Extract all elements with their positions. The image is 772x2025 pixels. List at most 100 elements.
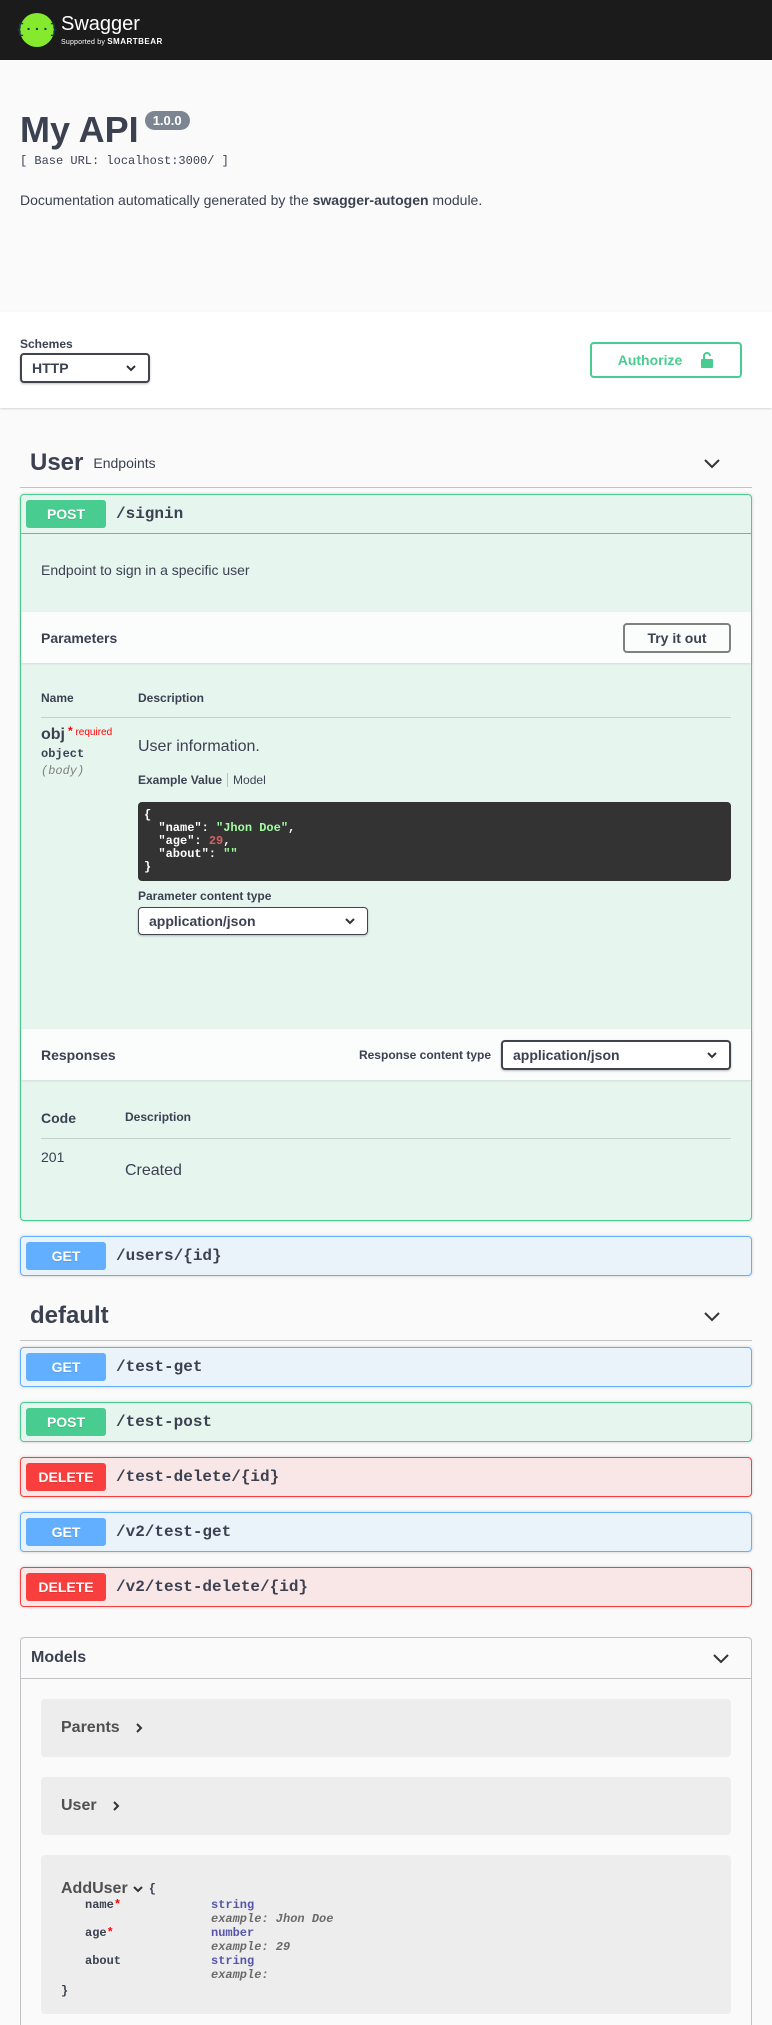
model-user[interactable]: User (41, 1777, 731, 1835)
tab-model[interactable]: Model (233, 773, 266, 787)
parameter-row: obj * required object (body) User informa… (41, 718, 731, 935)
opblock-summary[interactable]: GET /test-get (21, 1348, 751, 1386)
opblock-summary[interactable]: POST /signin (21, 495, 751, 533)
swagger-logo-icon[interactable]: {···} (16, 13, 58, 47)
response-content-type-label: Response content type (358, 1047, 491, 1062)
opblock-get-users-id: GET /users/{id} (20, 1236, 752, 1276)
responses-header: Responses Response content type applicat… (21, 1029, 751, 1080)
opblock-summary[interactable]: GET /users/{id} (21, 1237, 751, 1275)
parameters-table-head: Name Description (41, 691, 731, 718)
page-title: My API (20, 109, 139, 150)
opblock-delete-test-delete: DELETE /test-delete/{id} (20, 1457, 752, 1497)
responses-title: Responses (41, 1046, 116, 1063)
model-property: age* number example: 29 (85, 1926, 291, 1954)
endpoint-path: /v2/test-delete/{id} (116, 1578, 309, 1596)
chevron-down-icon (345, 918, 355, 925)
responses-table-head: Code Description (41, 1110, 731, 1139)
chevron-down-icon (126, 365, 136, 372)
tab-example-value[interactable]: Example Value (138, 773, 222, 787)
param-name: obj (41, 726, 65, 743)
model-adduser-toggle[interactable]: AddUser (61, 1880, 145, 1898)
chevron-down-icon[interactable] (702, 1306, 722, 1326)
chevron-right-icon (135, 1723, 143, 1733)
tag-user-header[interactable]: User Endpoints (20, 438, 752, 488)
api-description: Documentation automatically generated by… (20, 192, 483, 208)
method-badge: DELETE (26, 1573, 106, 1601)
chevron-down-icon (132, 1886, 143, 1893)
endpoint-path: /users/{id} (116, 1247, 222, 1265)
supported-by: Supported by SMARTBEAR (61, 37, 163, 46)
response-row: 201 Created (41, 1139, 731, 1180)
schemes-select[interactable]: HTTP (20, 353, 150, 383)
schemes-label: Schemes (20, 337, 73, 351)
opblock-get-test-get: GET /test-get (20, 1347, 752, 1387)
opblock-summary[interactable]: DELETE /v2/test-delete/{id} (21, 1568, 751, 1606)
tag-description: Endpoints (93, 454, 156, 471)
method-badge: GET (26, 1353, 106, 1381)
param-content-type-select[interactable]: application/json (138, 907, 368, 935)
models-section: Models Parents User AddUser { name* stri… (20, 1637, 752, 2025)
scheme-container: Schemes HTTP Authorize (0, 312, 772, 408)
param-location: (body) (41, 764, 85, 778)
endpoint-path: /test-delete/{id} (116, 1468, 280, 1486)
brand-name: Swagger (61, 13, 140, 35)
chevron-right-icon (112, 1801, 119, 1811)
response-code: 201 (41, 1149, 65, 1165)
method-badge: GET (26, 1242, 106, 1270)
authorize-button[interactable]: Authorize (590, 342, 742, 378)
param-content-type-label: Parameter content type (138, 889, 272, 903)
parameters-header: Parameters Try it out (21, 612, 751, 663)
example-code-block[interactable]: { "name": "Jhon Doe", "age": 29, "about"… (138, 802, 731, 881)
endpoint-path: /test-get (116, 1358, 203, 1376)
base-url: [ Base URL: localhost:3000/ ] (20, 154, 229, 168)
schemes-selected-value: HTTP (32, 360, 69, 376)
opblock-summary[interactable]: DELETE /test-delete/{id} (21, 1458, 751, 1496)
try-it-out-button[interactable]: Try it out (623, 622, 731, 653)
required-marker: * required (68, 724, 113, 738)
response-description: Created (125, 1162, 182, 1179)
model-name: User (61, 1797, 97, 1814)
model-parents[interactable]: Parents (41, 1699, 731, 1757)
opblock-summary[interactable]: POST /test-post (21, 1403, 751, 1441)
model-name: AddUser (61, 1880, 128, 1897)
swagger-logo-text[interactable]: Swagger Supported by SMARTBEAR (61, 14, 163, 46)
tag-name: User (30, 448, 84, 476)
endpoint-path: /test-post (116, 1413, 213, 1431)
tag-name: default (30, 1301, 109, 1329)
api-info: My API 1.0.0 [ Base URL: localhost:3000/… (0, 60, 772, 312)
opblock-get-v2-test-get: GET /v2/test-get (20, 1512, 752, 1552)
models-header[interactable]: Models (21, 1638, 751, 1679)
endpoint-path: /signin (116, 505, 184, 523)
model-property: name* string example: Jhon Doe (85, 1898, 334, 1926)
opblock-summary[interactable]: GET /v2/test-get (21, 1513, 751, 1551)
version-badge: 1.0.0 (144, 111, 190, 130)
model-name: Parents (61, 1719, 120, 1736)
operation-description: Endpoint to sign in a specific user (21, 533, 751, 612)
col-description-header: Description (138, 691, 205, 705)
chevron-down-icon[interactable] (711, 1648, 731, 1668)
opblock-delete-v2-test-delete: DELETE /v2/test-delete/{id} (20, 1567, 752, 1607)
topbar: {···} Swagger Supported by SMARTBEAR (0, 0, 772, 60)
param-description: User information. (138, 738, 260, 755)
models-title: Models (31, 1649, 87, 1666)
col-name-header: Name (41, 691, 74, 705)
unlock-icon (701, 352, 714, 368)
method-badge: POST (26, 500, 106, 528)
parameters-title: Parameters (41, 629, 118, 646)
opblock-post-test-post: POST /test-post (20, 1402, 752, 1442)
chevron-down-icon (707, 1051, 717, 1058)
model-adduser: AddUser { name* string example: Jhon Doe … (41, 1855, 731, 2014)
method-badge: DELETE (26, 1463, 106, 1491)
example-model-tabs: Example Value Model (138, 773, 731, 787)
method-badge: GET (26, 1518, 106, 1546)
chevron-down-icon[interactable] (702, 453, 722, 473)
model-property: about string example: (85, 1954, 269, 1982)
tag-default-header[interactable]: default (20, 1291, 752, 1341)
responses-table: Code Description 201 Created (21, 1080, 751, 1220)
response-content-type-select[interactable]: application/json (501, 1039, 731, 1070)
parameters-table: Name Description obj * required object (b… (21, 663, 751, 1029)
opblock-post-signin: POST /signin Endpoint to sign in a speci… (20, 494, 752, 1221)
endpoint-path: /v2/test-get (116, 1523, 232, 1541)
method-badge: POST (26, 1408, 106, 1436)
param-type: object (41, 747, 85, 761)
